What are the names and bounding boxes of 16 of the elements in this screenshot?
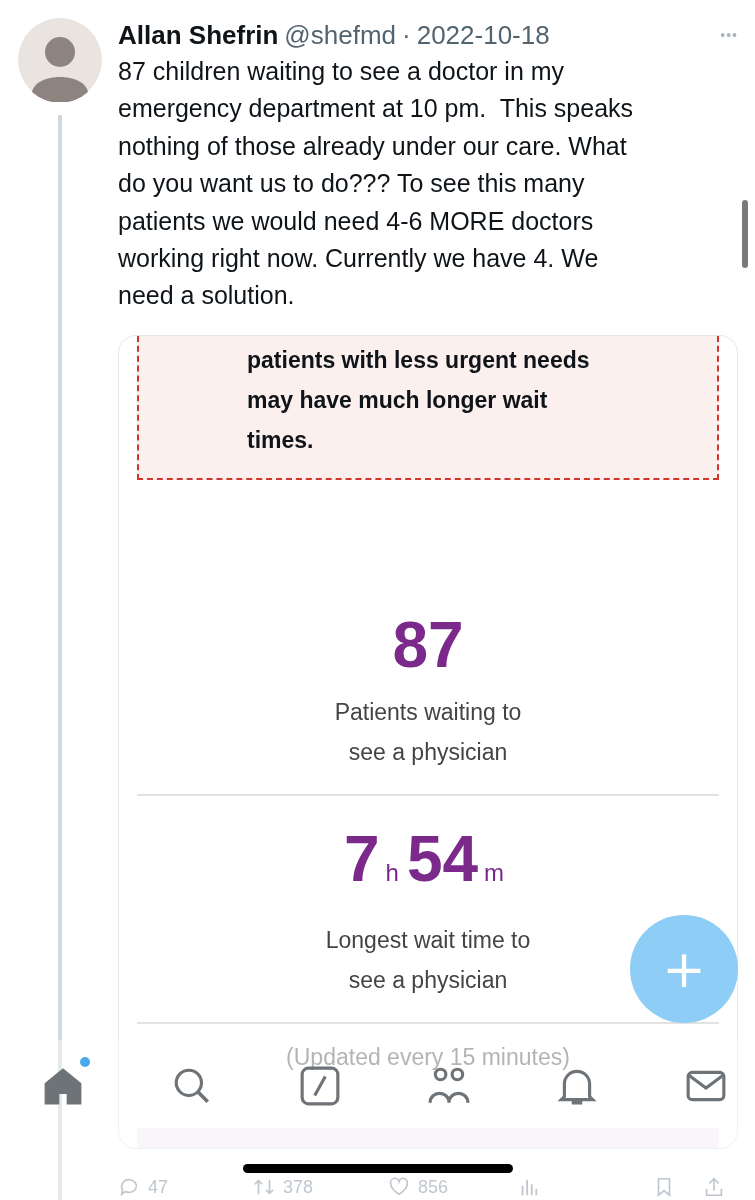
avatar-icon[interactable] — [18, 18, 102, 102]
stat-value: 87 — [392, 609, 464, 680]
stat-label: Longest wait time to see a physician — [325, 925, 531, 995]
stat-value: 7 h 54 m — [343, 823, 506, 897]
update-note: (Updated every 15 minutes) — [286, 1043, 570, 1070]
author-handle[interactable]: @shefmd — [284, 18, 396, 52]
scrollbar[interactable] — [742, 200, 748, 268]
post-text: 87 children waiting to see a doctor in my emergency department at 10 pm. This speaks nothing of those already under our care. What do you want us to do??? To see this many patients we would need 4-6 MORE doctors working right now. Currently we have 4. We need a solution. — [118, 56, 635, 312]
action-count: 856 — [418, 1176, 449, 1197]
separator: · — [402, 19, 411, 52]
post-date[interactable]: 2022-10-18 — [416, 18, 550, 52]
stat-label: Patients waiting to see a physician — [334, 697, 522, 767]
author-name[interactable]: Allan Shefrin — [118, 18, 279, 52]
notice-text: patients with less urgent needs may have much longer wait times. — [247, 345, 591, 455]
action-count: 378 — [283, 1176, 314, 1197]
action-count: 47 — [148, 1176, 169, 1197]
